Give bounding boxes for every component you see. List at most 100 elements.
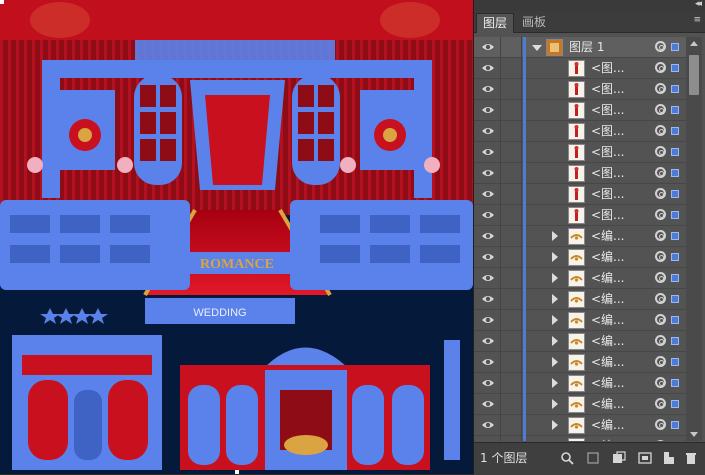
target-icon[interactable] [655, 104, 666, 115]
eye-icon[interactable] [478, 415, 498, 436]
layer-row[interactable]: <编... [474, 436, 686, 441]
eye-icon[interactable] [478, 352, 498, 373]
collapse-panel-icon[interactable]: ◂◂ [695, 0, 702, 9]
chevron-right-icon[interactable] [552, 294, 558, 304]
selection-indicator[interactable] [671, 295, 679, 303]
selection-indicator[interactable] [671, 211, 679, 219]
eye-icon[interactable] [478, 310, 498, 331]
layer-row[interactable]: <图... [474, 184, 686, 205]
lock-column[interactable] [500, 415, 501, 436]
lock-column[interactable] [500, 331, 501, 352]
selection-indicator[interactable] [671, 148, 679, 156]
chevron-right-icon[interactable] [552, 420, 558, 430]
target-icon[interactable] [655, 125, 666, 136]
new-layer-icon[interactable] [662, 450, 676, 464]
target-icon[interactable] [655, 272, 666, 283]
eye-icon[interactable] [478, 79, 498, 100]
eye-icon[interactable] [478, 37, 498, 58]
layers-scrollbar[interactable] [686, 37, 702, 441]
target-icon[interactable] [655, 230, 666, 241]
layer-row[interactable]: <编... [474, 310, 686, 331]
locate-object-icon[interactable] [586, 450, 600, 464]
lock-column[interactable] [500, 352, 501, 373]
eye-icon[interactable] [478, 121, 498, 142]
chevron-down-icon[interactable] [532, 45, 542, 51]
layer-row[interactable]: <图... [474, 163, 686, 184]
lock-column[interactable] [500, 79, 501, 100]
lock-column[interactable] [500, 205, 501, 226]
layer-row[interactable]: <编... [474, 226, 686, 247]
target-icon[interactable] [655, 377, 666, 388]
lock-column[interactable] [500, 436, 501, 441]
lock-column[interactable] [500, 184, 501, 205]
selection-indicator[interactable] [671, 190, 679, 198]
eye-icon[interactable] [478, 58, 498, 79]
layer-row[interactable]: <图... [474, 79, 686, 100]
target-icon[interactable] [655, 251, 666, 262]
lock-column[interactable] [500, 100, 501, 121]
eye-icon[interactable] [478, 331, 498, 352]
eye-icon[interactable] [478, 289, 498, 310]
eye-icon[interactable] [478, 247, 498, 268]
target-icon[interactable] [655, 398, 666, 409]
lock-column[interactable] [500, 394, 501, 415]
layer-row[interactable]: <编... [474, 331, 686, 352]
selection-indicator[interactable] [671, 274, 679, 282]
eye-icon[interactable] [478, 373, 498, 394]
delete-icon[interactable] [684, 450, 698, 464]
scroll-thumb[interactable] [689, 55, 699, 95]
eye-icon[interactable] [478, 226, 498, 247]
layer-row-parent[interactable]: 图层 1 [474, 37, 686, 58]
layer-row[interactable]: <编... [474, 373, 686, 394]
chevron-right-icon[interactable] [552, 378, 558, 388]
target-icon[interactable] [655, 41, 666, 52]
target-icon[interactable] [655, 356, 666, 367]
selection-indicator[interactable] [671, 64, 679, 72]
layers-list[interactable]: 图层 1 <图... <图... <图... <图... <图... <图... <图... <… [474, 37, 686, 441]
selection-indicator[interactable] [671, 421, 679, 429]
panel-menu-icon[interactable]: ≡ [693, 15, 701, 25]
layer-row[interactable]: <图... [474, 121, 686, 142]
layer-row[interactable]: <编... [474, 268, 686, 289]
target-icon[interactable] [655, 188, 666, 199]
selection-indicator[interactable] [671, 169, 679, 177]
target-icon[interactable] [655, 209, 666, 220]
eye-icon[interactable] [478, 163, 498, 184]
selection-indicator[interactable] [671, 43, 679, 51]
layer-row[interactable]: <编... [474, 394, 686, 415]
lock-column[interactable] [500, 226, 501, 247]
selection-indicator[interactable] [671, 316, 679, 324]
layer-row[interactable]: <编... [474, 352, 686, 373]
lock-column[interactable] [500, 373, 501, 394]
selection-indicator[interactable] [671, 106, 679, 114]
scroll-down-icon[interactable] [690, 432, 698, 437]
target-icon[interactable] [655, 419, 666, 430]
target-icon[interactable] [655, 335, 666, 346]
selection-indicator[interactable] [671, 358, 679, 366]
chevron-right-icon[interactable] [552, 357, 558, 367]
chevron-right-icon[interactable] [552, 336, 558, 346]
eye-icon[interactable] [478, 100, 498, 121]
layer-row[interactable]: <编... [474, 247, 686, 268]
layer-row[interactable]: <编... [474, 289, 686, 310]
lock-column[interactable] [500, 121, 501, 142]
lock-column[interactable] [500, 163, 501, 184]
selection-indicator[interactable] [671, 337, 679, 345]
eye-icon[interactable] [478, 436, 498, 441]
selection-indicator[interactable] [671, 85, 679, 93]
selection-indicator[interactable] [671, 127, 679, 135]
target-icon[interactable] [655, 314, 666, 325]
eye-icon[interactable] [478, 205, 498, 226]
selection-indicator[interactable] [671, 253, 679, 261]
chevron-right-icon[interactable] [552, 273, 558, 283]
scroll-up-icon[interactable] [690, 41, 698, 46]
eye-icon[interactable] [478, 394, 498, 415]
target-icon[interactable] [655, 440, 666, 441]
lock-column[interactable] [500, 289, 501, 310]
layer-row[interactable]: <图... [474, 58, 686, 79]
target-icon[interactable] [655, 62, 666, 73]
lock-column[interactable] [500, 247, 501, 268]
target-icon[interactable] [655, 293, 666, 304]
layer-row[interactable]: <图... [474, 142, 686, 163]
lock-column[interactable] [500, 142, 501, 163]
